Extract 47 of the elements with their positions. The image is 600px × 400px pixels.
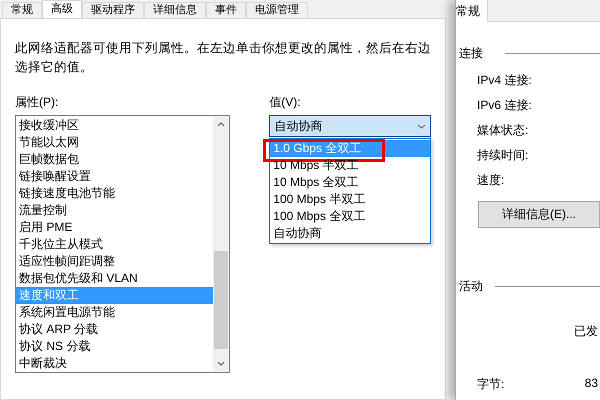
bytes-value: 83 <box>584 376 598 392</box>
property-item[interactable]: 中断裁决 <box>16 355 214 372</box>
tab[interactable]: 常规 <box>2 2 42 18</box>
dropdown-option[interactable]: 100 Mbps 半双工 <box>270 191 430 208</box>
tab[interactable]: 电源管理 <box>246 2 308 18</box>
property-item[interactable]: 启用 PME <box>16 219 214 236</box>
property-item[interactable]: 巨帧数据包 <box>16 151 214 168</box>
tab[interactable]: 常规 <box>456 0 488 22</box>
property-item[interactable]: 接收缓冲区 <box>16 117 214 134</box>
value-label: 值(V): <box>269 95 302 109</box>
scrollbar-thumb[interactable] <box>214 251 228 349</box>
tab[interactable]: 事件 <box>206 2 246 18</box>
tab[interactable]: 详细信息 <box>144 2 206 18</box>
tab[interactable]: 高级 <box>42 0 82 18</box>
details-button[interactable]: 详细信息(E)... <box>478 201 600 228</box>
property-item[interactable]: 适应性帧间距调整 <box>16 253 214 270</box>
property-item[interactable]: 数据包优先级和 VLAN <box>16 270 214 287</box>
dropdown-option[interactable]: 自动协商 <box>270 225 430 242</box>
property-item[interactable]: 系统闲置电源节能 <box>16 304 214 321</box>
field-label: IPv4 连接: <box>477 73 533 87</box>
caret-icon <box>417 124 426 128</box>
section-heading: 连接 <box>458 45 483 62</box>
field-label: 持续时间: <box>477 148 530 162</box>
field-label: IPv6 连接: <box>477 98 533 112</box>
property-item[interactable]: 协议 ARP 分载 <box>16 321 214 338</box>
scroll-up-icon[interactable] <box>217 122 226 127</box>
description-text: 此网络适配器可使用下列属性。在左边单击你想更改的属性，然后在右边选择它的值。 <box>15 40 432 76</box>
field-label: 速度: <box>477 173 506 187</box>
sent-label: 已发 <box>574 324 598 338</box>
property-item[interactable]: 流量控制 <box>16 202 214 219</box>
property-item[interactable]: 节能以太网 <box>16 134 214 151</box>
dropdown-option[interactable]: 10 Mbps 全双工 <box>270 174 430 191</box>
property-item[interactable]: 千兆位主从模式 <box>16 236 214 253</box>
property-item[interactable]: 链接唤醒设置 <box>16 168 214 185</box>
section-heading: 活动 <box>458 278 483 295</box>
scroll-down-icon[interactable] <box>217 361 226 366</box>
dropdown-option[interactable]: 100 Mbps 全双工 <box>270 208 430 225</box>
property-list[interactable]: 接收缓冲区 节能以太网 巨帧数据包 链接唤醒设置 链接速度电池节能 流量控制 启用 PME 千兆位主从模式 适应性帧间距调整 数据包优先级和 VLAN 速度和双工 系统闲置电源节能 协议 ARP 分载 协议 NS 分载 中断裁决 <box>15 115 230 373</box>
value-dropdown[interactable]: 自动协商 <box>269 115 431 137</box>
property-label: 属性(P): <box>15 95 60 109</box>
tab[interactable]: 驱动程序 <box>82 2 144 18</box>
bytes-label: 字节: <box>477 376 504 393</box>
property-item[interactable]: 链接速度电池节能 <box>16 185 214 202</box>
property-item[interactable]: 协议 NS 分载 <box>16 338 214 355</box>
dropdown-option[interactable]: 10 Mbps 半双工 <box>270 157 430 174</box>
field-label: 媒体状态: <box>477 123 530 137</box>
scrollbar[interactable] <box>213 116 230 372</box>
